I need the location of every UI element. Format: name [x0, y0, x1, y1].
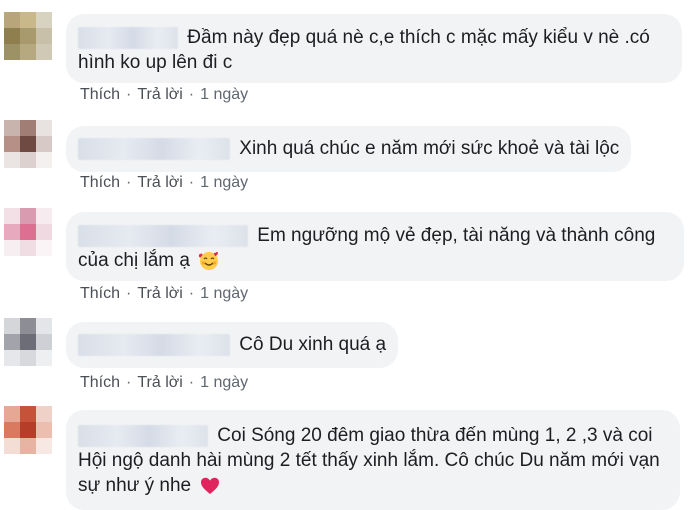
like-link[interactable]: Thích — [80, 374, 120, 391]
avatar-pixel — [4, 224, 20, 240]
separator-dot: · — [188, 86, 195, 103]
avatar-pixel — [4, 44, 20, 60]
avatar[interactable] — [4, 120, 52, 168]
avatar-pixel — [4, 406, 20, 422]
avatar[interactable] — [4, 318, 52, 366]
avatar-pixel — [20, 240, 36, 256]
comment-actions: Thích · Trả lời · 1 ngày — [80, 86, 248, 104]
comment-actions: Thích · Trả lời · 1 ngày — [80, 285, 248, 303]
avatar-pixel — [4, 152, 20, 168]
avatar-pixel — [20, 44, 36, 60]
reply-link[interactable]: Trả lời — [137, 374, 182, 391]
avatar-pixel — [20, 136, 36, 152]
commenter-name-blurred[interactable] — [78, 26, 178, 49]
comment-bubble: Đầm này đẹp quá nè c,e thích c mặc mấy k… — [66, 14, 682, 83]
avatar-pixel — [20, 224, 36, 240]
separator-dot: · — [188, 374, 195, 391]
avatar-pixel — [36, 406, 52, 422]
separator-dot: · — [126, 174, 132, 191]
avatar-pixel — [36, 28, 52, 44]
avatar-pixel — [20, 438, 36, 454]
separator-dot: · — [126, 374, 132, 391]
avatar-pixel — [4, 12, 20, 28]
timestamp[interactable]: 1 ngày — [200, 374, 248, 391]
avatar-pixel — [36, 152, 52, 168]
comment-actions: Thích · Trả lời · 1 ngày — [80, 374, 248, 392]
avatar-pixel — [4, 438, 20, 454]
avatar-pixel — [4, 136, 20, 152]
avatar-pixel — [20, 152, 36, 168]
avatar-pixel — [20, 350, 36, 366]
reply-link[interactable]: Trả lời — [137, 174, 182, 191]
avatar-pixel — [36, 318, 52, 334]
avatar-pixel — [36, 136, 52, 152]
commenter-name-blurred[interactable] — [78, 424, 208, 447]
like-link[interactable]: Thích — [80, 174, 120, 191]
avatar-pixel — [36, 422, 52, 438]
comment-actions: Thích · Trả lời · 1 ngày — [80, 174, 248, 192]
comment-bubble: Em ngưỡng mộ vẻ đẹp, tài năng và thành c… — [66, 212, 684, 281]
comment-text: Xinh quá chúc e năm mới sức khoẻ và tài … — [239, 138, 620, 159]
comment-bubble: Coi Sóng 20 đêm giao thừa đến mùng 1, 2 … — [66, 410, 680, 510]
avatar-pixel — [4, 350, 20, 366]
avatar-pixel — [20, 422, 36, 438]
avatar-pixel — [4, 120, 20, 136]
commenter-name-blurred[interactable] — [78, 137, 230, 160]
avatar-pixel — [4, 240, 20, 256]
red-heart-icon — [201, 477, 220, 494]
avatar-pixel — [36, 334, 52, 350]
avatar[interactable] — [4, 12, 52, 60]
avatar-pixel — [36, 350, 52, 366]
avatar-pixel — [20, 12, 36, 28]
avatar-pixel — [20, 120, 36, 136]
comment-text: Cô Du xinh quá ạ — [239, 334, 387, 355]
separator-dot: · — [188, 285, 195, 302]
separator-dot: · — [126, 285, 132, 302]
avatar-pixel — [4, 318, 20, 334]
avatar-pixel — [20, 334, 36, 350]
avatar[interactable] — [4, 406, 52, 454]
avatar-pixel — [20, 318, 36, 334]
commenter-name-blurred[interactable] — [78, 333, 230, 356]
avatar-pixel — [20, 28, 36, 44]
avatar-pixel — [36, 44, 52, 60]
timestamp[interactable]: 1 ngày — [200, 86, 248, 103]
smiling-face-with-hearts-icon — [199, 251, 219, 270]
separator-dot: · — [126, 86, 132, 103]
avatar-pixel — [4, 334, 20, 350]
reply-link[interactable]: Trả lời — [137, 86, 182, 103]
avatar-pixel — [36, 120, 52, 136]
separator-dot: · — [188, 174, 195, 191]
reply-link[interactable]: Trả lời — [137, 285, 182, 302]
avatar[interactable] — [4, 208, 52, 256]
timestamp[interactable]: 1 ngày — [200, 174, 248, 191]
avatar-pixel — [20, 406, 36, 422]
avatar-pixel — [36, 12, 52, 28]
avatar-pixel — [36, 240, 52, 256]
avatar-pixel — [36, 224, 52, 240]
avatar-pixel — [36, 438, 52, 454]
avatar-pixel — [20, 208, 36, 224]
like-link[interactable]: Thích — [80, 285, 120, 302]
comment-bubble: Xinh quá chúc e năm mới sức khoẻ và tài … — [66, 126, 632, 172]
avatar-pixel — [4, 208, 20, 224]
avatar-pixel — [4, 28, 20, 44]
comment-bubble: Cô Du xinh quá ạ — [66, 322, 399, 368]
timestamp[interactable]: 1 ngày — [200, 285, 248, 302]
commenter-name-blurred[interactable] — [78, 224, 248, 247]
avatar-pixel — [36, 208, 52, 224]
avatar-pixel — [4, 422, 20, 438]
like-link[interactable]: Thích — [80, 86, 120, 103]
